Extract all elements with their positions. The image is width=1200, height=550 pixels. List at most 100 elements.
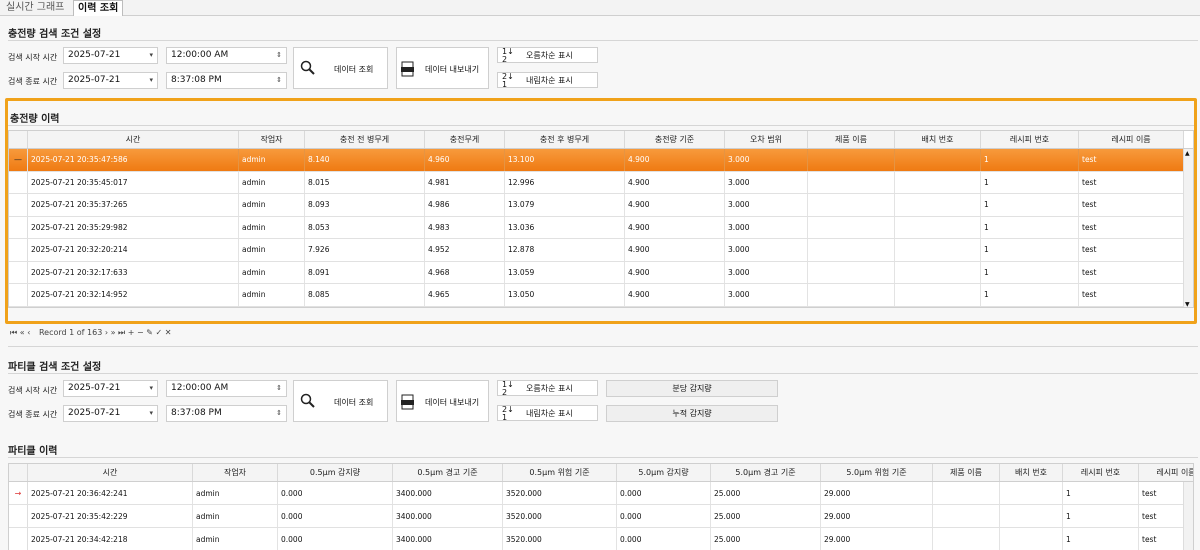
column-header[interactable]: 0.5μm 감지량 xyxy=(278,464,393,481)
next-record-icon[interactable]: › xyxy=(105,328,108,337)
charge-start-date-picker[interactable]: 2025-07-21 ▾ xyxy=(63,47,158,64)
column-header[interactable]: 시간 xyxy=(28,464,193,481)
per-minute-detection-button[interactable]: 분당 감지량 xyxy=(606,380,778,397)
column-header[interactable]: 제품 이름 xyxy=(933,464,1000,481)
table-cell[interactable] xyxy=(933,482,1000,504)
header-corner xyxy=(9,464,28,481)
table-cell[interactable]: 0.000 xyxy=(617,528,711,550)
table-cell[interactable]: 3400.000 xyxy=(393,482,503,504)
table-cell[interactable]: 1 xyxy=(1063,505,1139,527)
charge-end-time-spinner[interactable]: 8:37:08 PM ⇕ xyxy=(166,72,287,89)
spinner-arrows-icon[interactable]: ⇕ xyxy=(276,73,282,88)
spinner-arrows-icon[interactable]: ⇕ xyxy=(276,381,282,396)
table-cell[interactable]: admin xyxy=(193,528,278,550)
spinner-arrows-icon[interactable]: ⇕ xyxy=(276,406,282,421)
divider xyxy=(8,40,1198,41)
cancel-record-icon[interactable]: ✕ xyxy=(165,328,172,337)
table-cell[interactable]: 0.000 xyxy=(617,505,711,527)
table-cell[interactable] xyxy=(1000,505,1063,527)
table-row[interactable]: → 2025-07-21 20:36:42:241 admin 0.000 3400.0… xyxy=(9,482,1185,505)
table-cell[interactable]: 1 xyxy=(1063,482,1139,504)
first-record-icon[interactable]: ⏮ xyxy=(10,328,17,337)
column-header[interactable]: 5.0μm 감지량 xyxy=(617,464,711,481)
add-record-icon[interactable]: + xyxy=(128,328,135,337)
dropdown-arrow-icon[interactable]: ▾ xyxy=(149,406,153,421)
dropdown-arrow-icon[interactable]: ▾ xyxy=(149,381,153,396)
particle-end-time-spinner[interactable]: 8:37:08 PM ⇕ xyxy=(166,405,287,422)
table-cell[interactable]: 3520.000 xyxy=(503,528,617,550)
charge-start-time-value: 12:00:00 AM xyxy=(171,50,229,60)
particle-history-table: 시간 작업자 0.5μm 감지량 0.5μm 경고 기준 0.5μm 위험 기준 5.0μ… xyxy=(8,463,1194,550)
table-cell[interactable] xyxy=(1000,482,1063,504)
vertical-scrollbar[interactable] xyxy=(1183,482,1193,550)
table-cell[interactable]: 25.000 xyxy=(711,528,821,550)
table-cell[interactable]: 29.000 xyxy=(821,505,933,527)
table-cell[interactable]: 0.000 xyxy=(278,482,393,504)
column-header[interactable]: 5.0μm 위험 기준 xyxy=(821,464,933,481)
cumulative-detection-button[interactable]: 누적 감지량 xyxy=(606,405,778,422)
table-cell[interactable]: 3520.000 xyxy=(503,482,617,504)
spinner-arrows-icon[interactable]: ⇕ xyxy=(276,48,282,63)
table-cell[interactable]: 25.000 xyxy=(711,482,821,504)
charge-ascending-button[interactable]: 1↓ 2 오름차순 표시 xyxy=(497,47,598,64)
delete-record-icon[interactable]: − xyxy=(137,328,144,337)
particle-export-button[interactable]: 데이터 내보내기 xyxy=(396,380,489,422)
confirm-record-icon[interactable]: ✓ xyxy=(156,328,163,337)
particle-start-time-spinner[interactable]: 12:00:00 AM ⇕ xyxy=(166,380,287,397)
charge-end-date-picker[interactable]: 2025-07-21 ▾ xyxy=(63,72,158,89)
charge-query-label: 데이터 조회 xyxy=(334,65,374,74)
current-row-icon[interactable]: → xyxy=(9,482,28,504)
table-cell[interactable]: 25.000 xyxy=(711,505,821,527)
table-cell[interactable]: 3400.000 xyxy=(393,528,503,550)
column-header[interactable]: 작업자 xyxy=(193,464,278,481)
particle-descending-button[interactable]: 2↓ 1 내림차순 표시 xyxy=(497,405,598,422)
particle-end-date-picker[interactable]: 2025-07-21 ▾ xyxy=(63,405,158,422)
table-row[interactable]: 2025-07-21 20:35:42:229 admin 0.000 3400.00… xyxy=(9,505,1185,528)
prev-page-icon[interactable]: « xyxy=(20,328,25,337)
sort-ascending-icon: 1↓ 2 xyxy=(502,380,514,397)
column-header[interactable]: 배치 번호 xyxy=(1000,464,1063,481)
edit-record-icon[interactable]: ✎ xyxy=(146,328,153,337)
table-cell[interactable]: 0.000 xyxy=(278,528,393,550)
table-cell[interactable]: admin xyxy=(193,505,278,527)
table-cell[interactable]: 2025-07-21 20:35:42:229 xyxy=(28,505,193,527)
table-cell[interactable]: 3520.000 xyxy=(503,505,617,527)
table-cell[interactable]: 0.000 xyxy=(617,482,711,504)
table-cell[interactable]: 0.000 xyxy=(278,505,393,527)
row-indicator[interactable] xyxy=(9,528,28,550)
charge-descending-button[interactable]: 2↓ 1 내림차순 표시 xyxy=(497,72,598,89)
column-header[interactable]: 5.0μm 경고 기준 xyxy=(711,464,821,481)
charge-start-time-spinner[interactable]: 12:00:00 AM ⇕ xyxy=(166,47,287,64)
column-header[interactable]: 레시피 이름 xyxy=(1139,464,1193,481)
particle-desc-label: 내림차순 표시 xyxy=(526,409,573,418)
charge-export-button[interactable]: 데이터 내보내기 xyxy=(396,47,489,89)
column-header[interactable]: 0.5μm 경고 기준 xyxy=(393,464,503,481)
particle-ascending-button[interactable]: 1↓ 2 오름차순 표시 xyxy=(497,380,598,397)
tab-realtime-graph[interactable]: 실시간 그래프 xyxy=(2,0,68,16)
table-cell[interactable]: 3400.000 xyxy=(393,505,503,527)
table-cell[interactable]: 2025-07-21 20:36:42:241 xyxy=(28,482,193,504)
table-cell[interactable] xyxy=(933,528,1000,550)
charge-query-button[interactable]: 데이터 조회 xyxy=(293,47,388,89)
table-cell[interactable] xyxy=(933,505,1000,527)
dropdown-arrow-icon[interactable]: ▾ xyxy=(149,73,153,88)
table-cell[interactable] xyxy=(1000,528,1063,550)
table-cell[interactable]: 2025-07-21 20:34:42:218 xyxy=(28,528,193,550)
tab-history[interactable]: 이력 조회 xyxy=(73,0,124,16)
prev-record-icon[interactable]: ‹ xyxy=(27,328,30,337)
row-indicator[interactable] xyxy=(9,505,28,527)
particle-start-date-picker[interactable]: 2025-07-21 ▾ xyxy=(63,380,158,397)
dropdown-arrow-icon[interactable]: ▾ xyxy=(149,48,153,63)
table-row[interactable]: 2025-07-21 20:34:42:218 admin 0.000 3400.00… xyxy=(9,528,1185,550)
table-cell[interactable]: 29.000 xyxy=(821,528,933,550)
table-cell[interactable]: admin xyxy=(193,482,278,504)
next-page-icon[interactable]: » xyxy=(111,328,116,337)
last-record-icon[interactable]: ⏭ xyxy=(118,328,125,337)
particle-query-button[interactable]: 데이터 조회 xyxy=(293,380,388,422)
particle-end-time-value: 8:37:08 PM xyxy=(171,408,222,418)
column-header[interactable]: 레시피 번호 xyxy=(1063,464,1139,481)
table-cell[interactable]: 1 xyxy=(1063,528,1139,550)
column-header[interactable]: 0.5μm 위험 기준 xyxy=(503,464,617,481)
table-cell[interactable]: 29.000 xyxy=(821,482,933,504)
search-icon xyxy=(300,393,315,408)
